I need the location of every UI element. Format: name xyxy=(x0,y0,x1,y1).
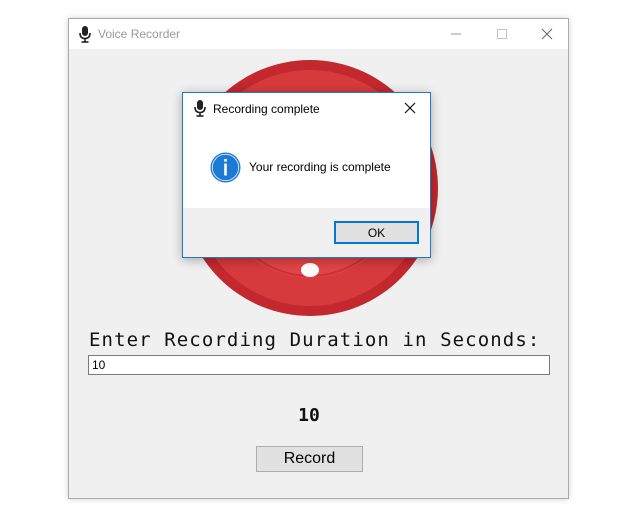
dialog-body: Your recording is complete xyxy=(183,123,430,208)
dialog-title: Recording complete xyxy=(213,102,320,116)
close-icon[interactable] xyxy=(524,19,570,49)
maximize-icon[interactable] xyxy=(479,19,525,49)
countdown-display: 10 xyxy=(298,405,320,426)
dialog-footer: OK xyxy=(183,208,430,257)
title-bar[interactable]: Voice Recorder xyxy=(69,19,568,49)
microphone-icon xyxy=(79,26,91,43)
info-icon xyxy=(210,152,241,183)
recording-complete-dialog: Recording complete Your recording is com… xyxy=(182,92,431,258)
minimize-icon[interactable] xyxy=(433,19,479,49)
dialog-message: Your recording is complete xyxy=(249,160,391,174)
record-button[interactable]: Record xyxy=(256,446,363,472)
close-icon[interactable] xyxy=(399,98,421,118)
dialog-title-bar[interactable]: Recording complete xyxy=(183,93,430,123)
microphone-icon xyxy=(194,100,206,117)
ok-button[interactable]: OK xyxy=(334,221,419,244)
duration-prompt-label: Enter Recording Duration in Seconds: xyxy=(89,329,541,351)
window-title: Voice Recorder xyxy=(98,27,181,41)
duration-input[interactable] xyxy=(88,355,550,375)
desktop: Voice Recorder Enter Recording Duration … xyxy=(0,0,643,518)
voice-recorder-window: Voice Recorder Enter Recording Duration … xyxy=(68,18,569,499)
